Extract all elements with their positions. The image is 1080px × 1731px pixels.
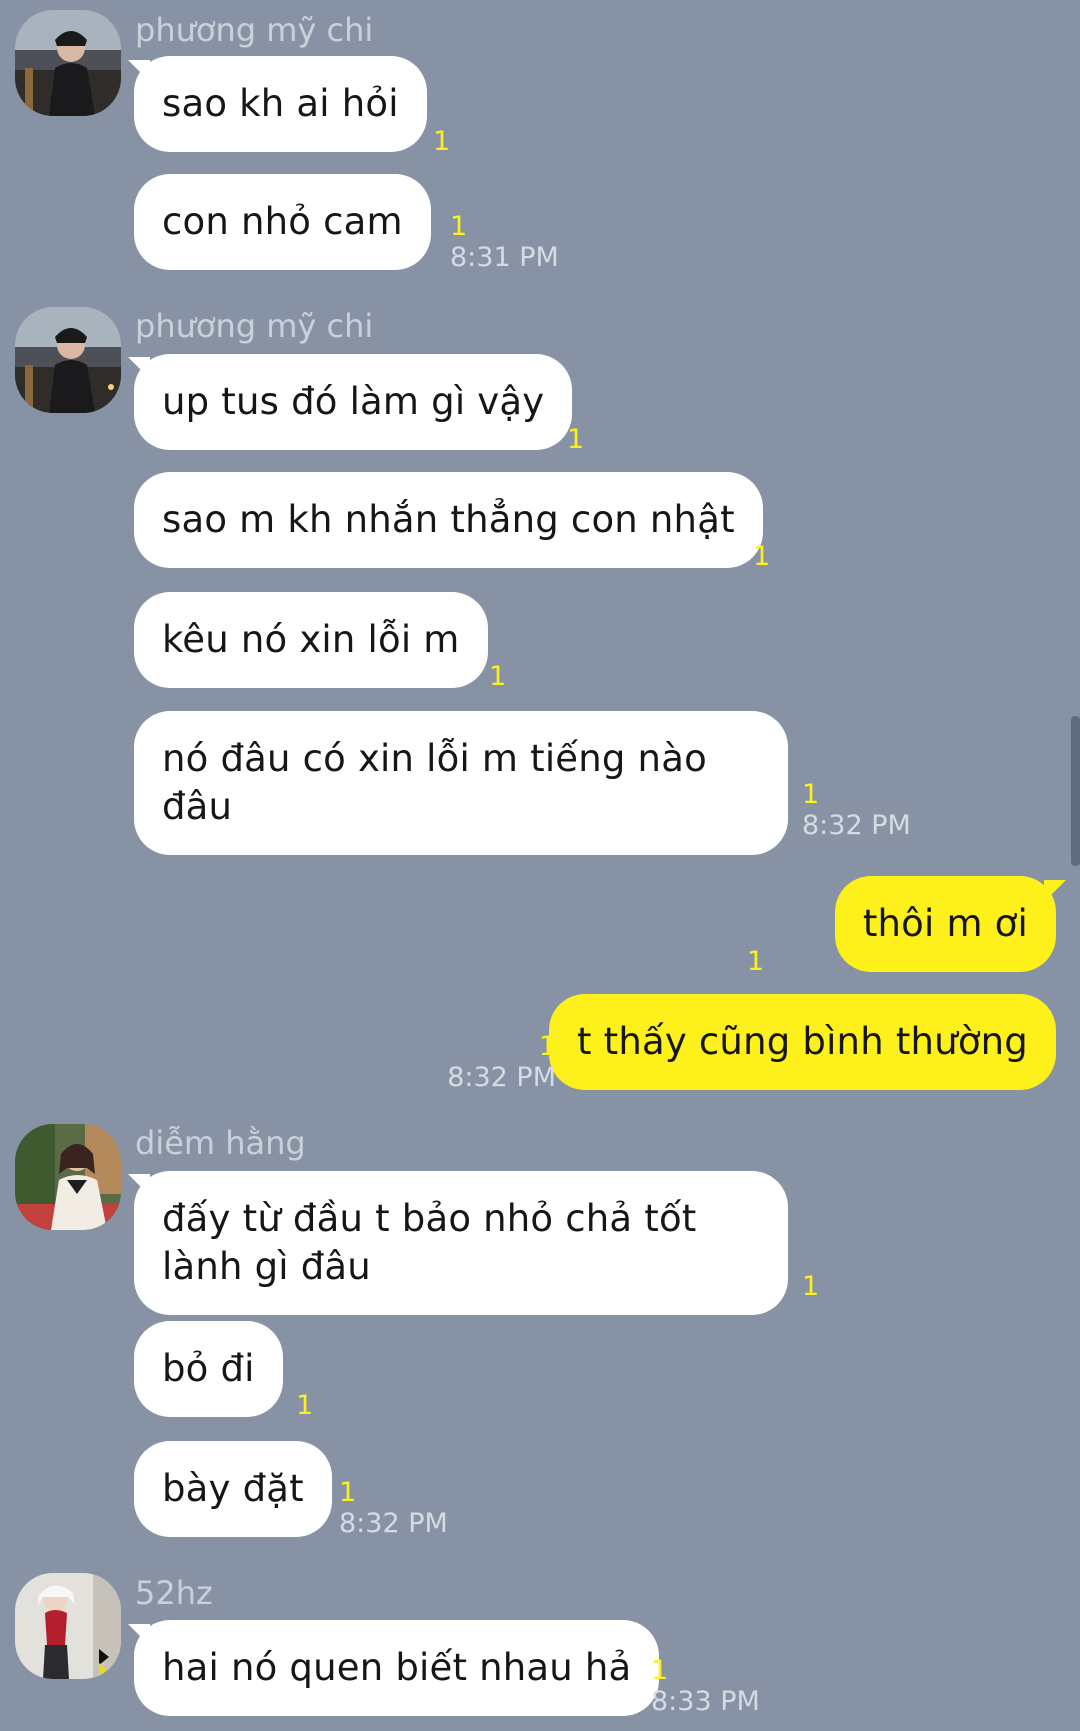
avatar[interactable] bbox=[15, 307, 121, 413]
message-bubble[interactable]: hai nó quen biết nhau hả bbox=[134, 1620, 660, 1716]
avatar[interactable] bbox=[15, 1124, 121, 1230]
unread-count: 1 bbox=[753, 541, 771, 572]
sender-name: diễm hằng bbox=[135, 1124, 306, 1162]
message-meta: 1 bbox=[753, 542, 770, 572]
timestamp: 8:32 PM bbox=[447, 1062, 556, 1093]
message-bubble[interactable]: đấy từ đầu t bảo nhỏ chả tốt lành gì đâu bbox=[134, 1171, 788, 1315]
message-bubble[interactable]: con nhỏ cam bbox=[134, 174, 431, 270]
message-bubble-outgoing[interactable]: thôi m ơi bbox=[834, 876, 1056, 972]
avatar[interactable] bbox=[15, 10, 121, 116]
timestamp: 8:32 PM bbox=[802, 810, 911, 841]
timestamp: 8:32 PM bbox=[339, 1508, 448, 1539]
unread-count: 1 bbox=[802, 1271, 820, 1302]
unread-count: 1 bbox=[339, 1477, 357, 1508]
message-bubble[interactable]: sao m kh nhắn thẳng con nhật bbox=[134, 472, 763, 568]
unread-count: 1 bbox=[296, 1390, 314, 1421]
profile-photo-icon bbox=[15, 10, 121, 116]
message-meta: 1 bbox=[802, 1272, 819, 1302]
message-meta: 1 8:32 PM bbox=[802, 780, 911, 842]
unread-count: 1 bbox=[433, 126, 451, 157]
profile-photo-icon bbox=[15, 1124, 121, 1230]
unread-count: 1 bbox=[450, 211, 468, 242]
unread-count: 1 bbox=[802, 779, 820, 810]
message-meta: 1 bbox=[296, 1391, 313, 1421]
message-bubble[interactable]: bỏ đi bbox=[134, 1321, 283, 1417]
avatar[interactable] bbox=[15, 1573, 121, 1679]
timestamp: 8:31 PM bbox=[450, 242, 559, 273]
profile-photo-icon bbox=[15, 307, 121, 413]
message-bubble[interactable]: nó đâu có xin lỗi m tiếng nào đâu bbox=[134, 711, 788, 855]
chat-message-list[interactable]: phương mỹ chi sao kh ai hỏi 1 con nhỏ ca… bbox=[0, 0, 1080, 1731]
message-meta: 1 bbox=[747, 947, 764, 977]
message-meta: 1 8:32 PM bbox=[339, 1478, 448, 1540]
scrollbar[interactable] bbox=[1071, 716, 1080, 866]
message-bubble[interactable]: sao kh ai hỏi bbox=[134, 56, 427, 152]
unread-count: 1 bbox=[567, 424, 585, 455]
message-meta: 1 bbox=[433, 127, 450, 157]
timestamp: 8:33 PM bbox=[651, 1686, 760, 1717]
message-meta: 1 8:33 PM bbox=[651, 1656, 760, 1718]
unread-count: 1 bbox=[538, 1031, 556, 1062]
message-meta: 1 bbox=[567, 425, 584, 455]
message-bubble-outgoing[interactable]: t thấy cũng bình thường bbox=[548, 994, 1056, 1090]
sender-name: phương mỹ chi bbox=[135, 11, 374, 49]
message-meta: 1 8:32 PM bbox=[447, 1032, 556, 1094]
sender-name: phương mỹ chi bbox=[135, 307, 374, 345]
unread-count: 1 bbox=[489, 661, 507, 692]
message-bubble[interactable]: up tus đó làm gì vậy bbox=[134, 354, 573, 450]
message-bubble[interactable]: kêu nó xin lỗi m bbox=[134, 592, 488, 688]
message-meta: 1 bbox=[489, 662, 506, 692]
sender-name: 52hz bbox=[135, 1574, 213, 1612]
unread-count: 1 bbox=[651, 1655, 669, 1686]
profile-photo-icon bbox=[15, 1573, 121, 1679]
unread-count: 1 bbox=[746, 946, 764, 977]
message-meta: 1 8:31 PM bbox=[450, 212, 559, 274]
message-bubble[interactable]: bày đặt bbox=[134, 1441, 332, 1537]
